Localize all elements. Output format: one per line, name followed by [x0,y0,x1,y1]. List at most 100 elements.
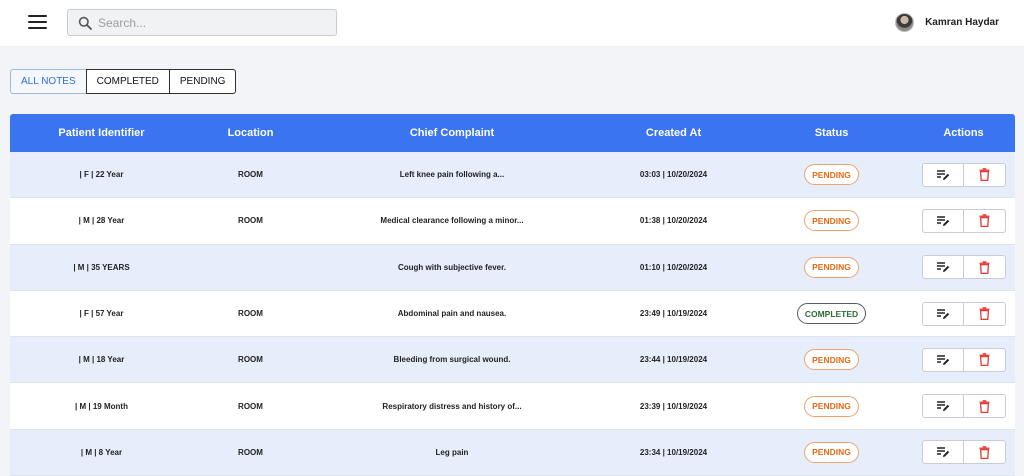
edit-note-icon [936,401,950,412]
edit-note-button[interactable] [923,256,964,278]
filter-pending-button[interactable]: PENDING [168,69,237,94]
delete-note-button[interactable] [963,441,1004,464]
table-row[interactable]: | M | 35 YEARS Cough with subjective feve… [10,244,1015,291]
cell-location: ROOM [238,355,263,365]
cell-location: ROOM [238,216,263,226]
filter-all-notes-button[interactable]: ALL NOTES [10,69,87,94]
delete-note-button[interactable] [963,395,1004,418]
cell-location [193,245,308,290]
search-icon [78,16,92,30]
edit-note-button[interactable] [923,349,964,371]
cell-created-at: 01:38 | 10/20/2024 [639,216,708,226]
column-header-status[interactable]: Status [751,114,912,152]
cell-patient-identifier: | M | 35 YEARS [73,262,130,272]
cell-location: ROOM [238,309,263,319]
row-actions [921,301,1006,326]
filter-completed-button[interactable]: COMPLETED [85,69,170,94]
trash-icon [979,168,990,182]
row-actions [921,347,1006,372]
trash-icon [979,399,990,413]
table-row[interactable]: | M | 28 Year ROOM Medical clearance follo… [10,198,1015,245]
cell-status: COMPLETED [751,291,912,336]
column-header-chief-complaint[interactable]: Chief Complaint [308,114,596,152]
cell-location: ROOM [238,447,263,457]
cell-status: PENDING [751,198,912,243]
table-row[interactable]: | M | 19 Month ROOM Respiratory distress a… [10,383,1015,430]
edit-note-button[interactable] [923,303,964,325]
column-header-location[interactable]: Location [193,114,308,152]
row-actions [921,394,1006,419]
trash-icon [979,307,990,321]
cell-chief-complaint: Cough with subjective fever. [397,262,507,272]
delete-note-button[interactable] [963,256,1004,279]
edit-note-icon [936,169,950,180]
cell-location: ROOM [238,170,263,180]
cell-created-at: 23:49 | 10/19/2024 [639,309,708,319]
edit-note-icon [936,262,950,273]
table-row[interactable]: | F | 57 Year ROOM Abdominal pain and naus… [10,290,1015,338]
delete-note-button[interactable] [963,302,1004,325]
cell-status: PENDING [751,152,912,197]
delete-note-button[interactable] [963,348,1004,371]
avatar[interactable] [895,12,915,32]
edit-note-icon [936,447,950,458]
cell-status: PENDING [751,245,912,290]
cell-chief-complaint: Medical clearance following a minor... [380,216,524,226]
delete-note-button[interactable] [963,163,1004,186]
edit-note-icon [936,308,950,319]
cell-chief-complaint: Abdominal pain and nausea. [397,309,507,319]
cell-chief-complaint: Left knee pain following a... [399,170,505,180]
row-actions [921,208,1006,233]
delete-note-button[interactable] [963,209,1004,232]
cell-patient-identifier: | M | 18 Year [78,355,125,365]
trash-icon [979,214,990,228]
row-actions [921,255,1006,280]
column-header-created-at[interactable]: Created At [596,114,751,152]
top-bar: Kamran Haydar [0,0,1024,46]
hamburger-menu-icon[interactable] [28,14,48,30]
cell-chief-complaint: Leg pain [435,447,469,457]
edit-note-button[interactable] [923,441,964,463]
edit-note-button[interactable] [923,164,964,186]
table-header: Patient Identifier Location Chief Compla… [10,114,1015,152]
cell-created-at: 23:44 | 10/19/2024 [639,355,708,365]
table-row[interactable]: | M | 18 Year ROOM Bleeding from surgical … [10,337,1015,384]
status-badge: COMPLETED [796,303,867,325]
user-profile[interactable]: Kamran Haydar [895,12,999,32]
trash-icon [979,353,990,367]
trash-icon [979,446,990,459]
status-badge: PENDING [804,349,859,371]
cell-patient-identifier: | F | 57 Year [79,309,124,319]
trash-icon [979,260,990,274]
cell-patient-identifier: | F | 22 Year [79,170,124,180]
cell-status: PENDING [751,430,912,475]
cell-patient-identifier: | M | 28 Year [78,216,125,226]
row-actions [921,162,1006,187]
cell-created-at: 23:34 | 10/19/2024 [639,447,708,457]
table-row[interactable]: | F | 22 Year ROOM Left knee pain followin… [10,152,1015,199]
status-badge: PENDING [804,256,859,278]
table-row[interactable]: | M | 8 Year ROOM Leg pain 23:34 | 10/19/20… [10,429,1015,476]
cell-actions [912,152,1015,197]
cell-actions [912,430,1015,475]
cell-actions [912,337,1015,382]
column-header-patient-identifier[interactable]: Patient Identifier [10,114,193,152]
cell-status: PENDING [751,337,912,382]
edit-note-icon [936,216,950,226]
status-badge: PENDING [804,164,859,186]
search-box[interactable] [67,9,337,36]
cell-chief-complaint: Bleeding from surgical wound. [393,355,511,365]
cell-actions [912,245,1015,290]
table-body: | F | 22 Year ROOM Left knee pain followin… [10,152,1015,476]
user-name: Kamran Haydar [925,16,999,28]
edit-note-button[interactable] [923,210,964,232]
cell-created-at: 03:03 | 10/20/2024 [639,170,708,180]
filter-tabs: ALL NOTES COMPLETED PENDING [10,69,237,94]
status-badge: PENDING [804,210,859,232]
edit-note-icon [936,355,950,365]
cell-location: ROOM [238,401,263,411]
search-input[interactable] [98,13,328,33]
edit-note-button[interactable] [923,395,964,417]
cell-patient-identifier: | M | 8 Year [80,447,123,457]
cell-actions [912,383,1015,428]
